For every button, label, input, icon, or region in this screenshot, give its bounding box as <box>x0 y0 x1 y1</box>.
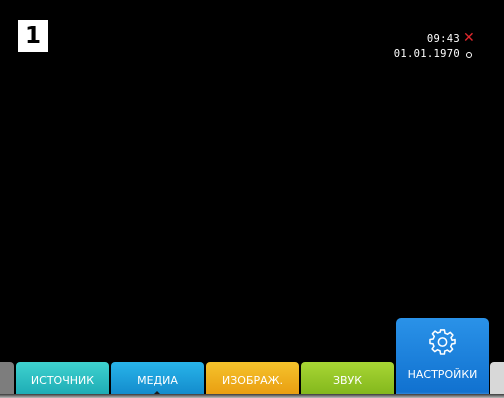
tab-media-label: МЕДИА <box>137 373 178 387</box>
tab-source-label: ИСТОЧНИК <box>30 373 95 387</box>
status-area: 09:43 01.01.1970 ✕ <box>354 30 475 72</box>
tab-sound-label: ЗВУК <box>332 373 363 387</box>
tab-next-edge[interactable] <box>490 362 504 398</box>
bottom-menu-bar: ИСТОЧНИК МЕДИА ИЗОБРАЖ. ЗВУК НАСТРОЙКИ <box>0 318 504 398</box>
step-number-badge: 1 <box>18 20 48 52</box>
tab-image-label: ИЗОБРАЖ. <box>222 373 283 387</box>
tab-settings-label: НАСТРОЙКИ <box>407 368 478 381</box>
tab-previous-edge[interactable] <box>0 362 14 398</box>
tab-settings[interactable]: НАСТРОЙКИ <box>396 318 489 398</box>
ring-icon <box>466 52 472 58</box>
tab-sound[interactable]: ЗВУК <box>301 362 394 398</box>
tab-image[interactable]: ИЗОБРАЖ. <box>206 362 299 398</box>
clock-date: 01.01.1970 <box>393 48 460 60</box>
gear-icon <box>429 329 456 355</box>
tab-source[interactable]: ИСТОЧНИК <box>16 362 109 398</box>
bottom-edge <box>0 394 504 398</box>
close-x-icon: ✕ <box>463 30 475 46</box>
clock-time: 09:43 <box>426 33 460 45</box>
tv-screen: 1 09:43 01.01.1970 ✕ ИСТОЧНИК МЕДИА ИЗОБ… <box>0 0 504 398</box>
